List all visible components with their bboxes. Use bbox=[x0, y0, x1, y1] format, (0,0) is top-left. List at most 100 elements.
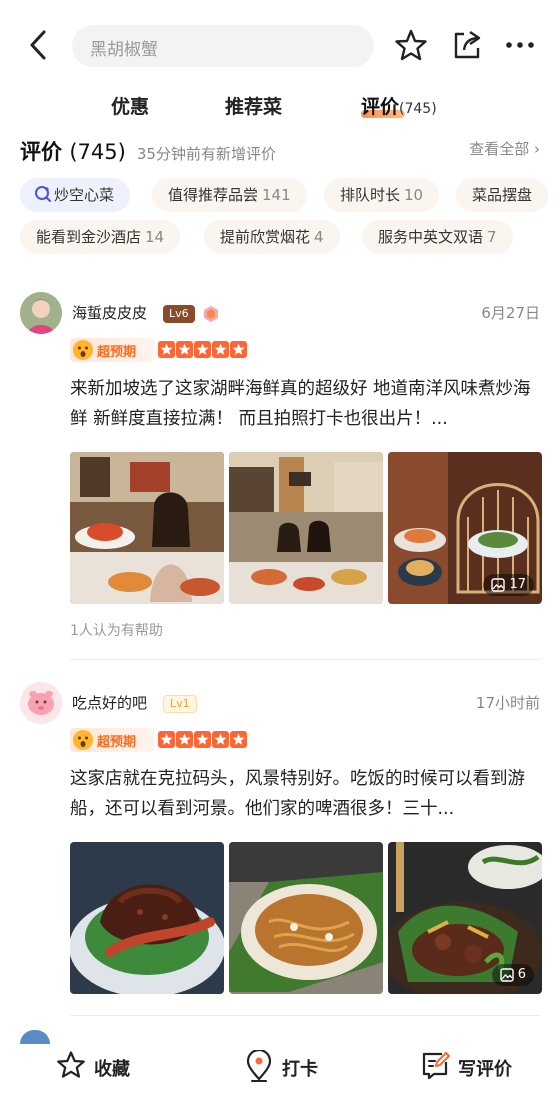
star-icon bbox=[230, 341, 247, 358]
tag-row-1: 炒空心菜 值得推荐品尝 141 排队时长 10 菜品摆盘 bbox=[0, 178, 560, 214]
review-photo[interactable]: 6 bbox=[388, 842, 542, 994]
review-update-note: 35分钟前有新增评价 bbox=[136, 145, 276, 163]
photo-count-badge[interactable]: 17 bbox=[483, 574, 534, 596]
image-icon bbox=[500, 968, 514, 982]
search-sparkle-icon bbox=[35, 186, 51, 202]
tab-reviews[interactable]: 评价(745) bbox=[361, 92, 437, 119]
star-icon bbox=[158, 731, 175, 748]
favorite-star-button[interactable] bbox=[394, 28, 428, 62]
tag-label: 排队时长 bbox=[340, 186, 401, 204]
review-date: 6月27日 bbox=[481, 304, 540, 322]
share-button[interactable] bbox=[450, 28, 484, 62]
photo-count: 17 bbox=[509, 577, 526, 592]
helpful-count: 1人认为有帮助 bbox=[70, 623, 163, 639]
review-text[interactable]: 来新加坡选了这家湖畔海鲜真的超级好 地道南洋风味煮炒海鲜 新鲜度直接拉满！ 而且… bbox=[70, 374, 540, 436]
surprised-face-icon bbox=[73, 730, 93, 750]
checkin-label: 打卡 bbox=[282, 1059, 318, 1080]
tag-count: 10 bbox=[404, 186, 424, 204]
avatar[interactable] bbox=[20, 682, 62, 724]
review-photo[interactable] bbox=[229, 452, 383, 604]
tag-chip[interactable]: 炒空心菜 bbox=[20, 178, 131, 212]
star-icon bbox=[158, 341, 175, 358]
location-pin-icon bbox=[246, 1050, 272, 1082]
tab-recommended-label: 推荐菜 bbox=[225, 96, 283, 118]
star-outline-icon bbox=[395, 29, 427, 61]
star-outline-icon bbox=[57, 1051, 85, 1078]
review-photo[interactable] bbox=[229, 842, 383, 994]
search-placeholder: 黑胡椒蟹 bbox=[90, 40, 158, 60]
photo-count: 6 bbox=[517, 967, 526, 982]
review-card[interactable]: 吃点好的吧 Lv1 17小时前 超预期 这家店就在克拉码头，风景特别好。吃饭的时… bbox=[0, 680, 560, 1020]
share-icon bbox=[454, 31, 481, 59]
photo-restaurant-woman bbox=[70, 452, 224, 604]
photo-count-badge[interactable]: 6 bbox=[491, 964, 534, 986]
reviewer-name[interactable]: 海蜇皮皮皮 bbox=[72, 302, 147, 323]
star-icon bbox=[230, 731, 247, 748]
view-all-label: 查看全部 bbox=[469, 140, 530, 158]
tag-label: 服务中英文双语 bbox=[378, 228, 484, 246]
review-card[interactable]: 海蜇皮皮皮 Lv6 6月27日 超预期 来新加坡选了这家湖畔海鲜真的超级好 地道… bbox=[0, 290, 560, 660]
badge-label: 超预期 bbox=[97, 345, 137, 360]
tab-discount[interactable]: 优惠 bbox=[111, 92, 149, 119]
avatar[interactable] bbox=[20, 292, 62, 334]
bottom-action-bar: 收藏 打卡 写评价 bbox=[0, 1030, 560, 1120]
favorite-label: 收藏 bbox=[94, 1059, 130, 1080]
tag-chip[interactable]: 提前欣赏烟花 4 bbox=[204, 220, 340, 254]
member-badge-icon bbox=[202, 305, 220, 323]
user-avatar-image bbox=[20, 682, 62, 724]
tag-chip[interactable]: 排队时长 10 bbox=[324, 178, 440, 212]
tag-count: 141 bbox=[262, 186, 291, 204]
tag-count: 14 bbox=[145, 228, 165, 246]
tag-chip[interactable]: 值得推荐品尝 141 bbox=[152, 178, 307, 212]
review-divider bbox=[70, 659, 540, 660]
reviewer-name[interactable]: 吃点好的吧 bbox=[72, 692, 147, 713]
surprised-face-icon bbox=[73, 340, 93, 360]
tag-label: 提前欣赏烟花 bbox=[220, 228, 311, 246]
top-bar: 黑胡椒蟹 bbox=[0, 0, 560, 90]
search-input[interactable]: 黑胡椒蟹 bbox=[72, 25, 374, 67]
back-button[interactable] bbox=[22, 26, 56, 64]
tab-discount-label: 优惠 bbox=[111, 96, 150, 118]
review-photo[interactable]: 17 bbox=[388, 452, 542, 604]
photo-pepper-crab bbox=[70, 842, 224, 994]
review-photo[interactable] bbox=[70, 842, 224, 994]
chevron-right-icon: › bbox=[534, 140, 540, 158]
write-review-label: 写评价 bbox=[458, 1059, 512, 1080]
tag-count: 4 bbox=[314, 228, 324, 246]
photo-outdoor-dining bbox=[229, 452, 383, 604]
image-icon bbox=[491, 578, 506, 592]
user-avatar-image bbox=[20, 292, 62, 334]
tab-reviews-count: (745) bbox=[399, 101, 437, 117]
checkin-button[interactable]: 打卡 bbox=[244, 1050, 334, 1084]
edit-note-icon bbox=[422, 1052, 450, 1080]
tag-label: 值得推荐品尝 bbox=[168, 186, 259, 204]
back-arrow-icon bbox=[30, 30, 46, 60]
more-button[interactable] bbox=[504, 28, 538, 62]
exceed-expectation-badge: 超预期 bbox=[70, 338, 154, 362]
user-level-badge: Lv1 bbox=[163, 695, 197, 713]
next-avatar-peek bbox=[20, 1030, 50, 1044]
view-all-link[interactable]: 查看全部 › bbox=[469, 138, 540, 159]
badge-label: 超预期 bbox=[97, 735, 137, 750]
favorite-button[interactable]: 收藏 bbox=[56, 1050, 146, 1084]
more-dots-icon bbox=[506, 42, 534, 48]
tag-chip[interactable]: 能看到金沙酒店 14 bbox=[20, 220, 181, 254]
review-title-text: 评价 bbox=[20, 140, 62, 164]
star-icon bbox=[212, 731, 229, 748]
tab-bar: 优惠 推荐菜 评价(745) bbox=[0, 88, 560, 128]
tag-row-2: 能看到金沙酒店 14 提前欣赏烟花 4 服务中英文双语 7 bbox=[0, 220, 560, 256]
tag-count: 7 bbox=[487, 228, 497, 246]
review-date: 17小时前 bbox=[475, 694, 540, 712]
tag-label: 能看到金沙酒店 bbox=[36, 228, 142, 246]
tag-label: 炒空心菜 bbox=[54, 186, 115, 204]
tag-chip[interactable]: 菜品摆盘 bbox=[456, 178, 549, 212]
write-review-button[interactable]: 写评价 bbox=[420, 1050, 540, 1084]
review-total-count: (745) bbox=[69, 140, 126, 164]
review-photo[interactable] bbox=[70, 452, 224, 604]
tab-recommended-dishes[interactable]: 推荐菜 bbox=[225, 92, 282, 119]
tag-chip[interactable]: 服务中英文双语 7 bbox=[362, 220, 513, 254]
review-text[interactable]: 这家店就在克拉码头，风景特别好。吃饭的时候可以看到游船，还可以看到河景。他们家的… bbox=[70, 764, 540, 826]
tab-reviews-label: 评价 bbox=[361, 96, 400, 118]
tag-label: 菜品摆盘 bbox=[472, 186, 533, 204]
user-level-badge: Lv6 bbox=[163, 305, 195, 323]
